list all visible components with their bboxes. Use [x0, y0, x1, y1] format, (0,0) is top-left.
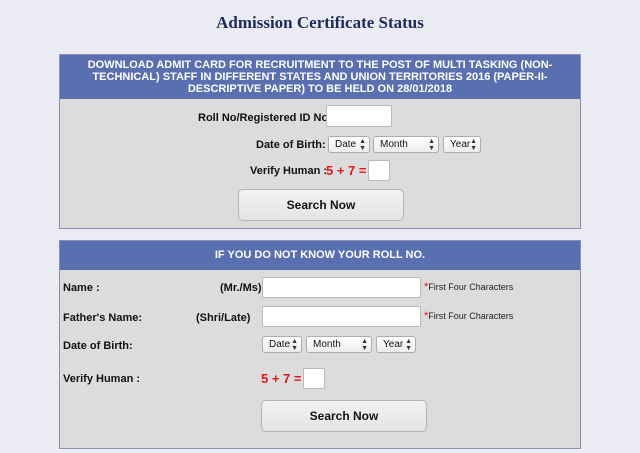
- admit-card-panel: DOWNLOAD ADMIT CARD FOR RECRUITMENT TO T…: [59, 54, 581, 229]
- father-name-label: Father's Name:: [63, 312, 143, 324]
- roll-lookup-panel: IF YOU DO NOT KNOW YOUR ROLL NO. Name : …: [59, 240, 581, 449]
- father-name-hint: *First Four Characters: [424, 310, 513, 322]
- admit-card-panel-header: DOWNLOAD ADMIT CARD FOR RECRUITMENT TO T…: [60, 55, 580, 99]
- name-prefix: (Mr./Ms): [220, 282, 262, 294]
- updown-arrows-icon: ▲ ▼: [428, 138, 435, 152]
- dob-month-value: Month: [313, 339, 341, 350]
- dob-label: Date of Birth:: [63, 340, 133, 352]
- roll-no-input[interactable]: [326, 105, 392, 127]
- captcha-input[interactable]: [368, 160, 390, 181]
- dob-label: Date of Birth:: [256, 139, 326, 151]
- name-hint-text: First Four Characters: [428, 282, 514, 292]
- search-now-button[interactable]: Search Now: [261, 400, 427, 432]
- updown-arrows-icon: ▲ ▼: [291, 338, 298, 352]
- dob-day-value: Date: [269, 339, 291, 350]
- updown-arrows-icon: ▲ ▼: [361, 338, 368, 352]
- dob-year-select[interactable]: Year ▲ ▼: [376, 336, 416, 353]
- dob-year-value: Year: [450, 139, 471, 150]
- dob-day-select[interactable]: Date ▲ ▼: [262, 336, 302, 353]
- father-name-prefix: (Shri/Late): [196, 312, 251, 324]
- search-now-button[interactable]: Search Now: [238, 189, 404, 221]
- updown-arrows-icon: ▲ ▼: [405, 338, 412, 352]
- dob-year-select[interactable]: Year ▲ ▼: [443, 136, 481, 153]
- captcha-input[interactable]: [303, 368, 325, 389]
- roll-lookup-panel-header: IF YOU DO NOT KNOW YOUR ROLL NO.: [60, 241, 580, 270]
- dob-year-value: Year: [383, 339, 404, 350]
- dob-month-select[interactable]: Month ▲ ▼: [306, 336, 372, 353]
- verify-human-label: Verify Human :: [250, 165, 328, 177]
- captcha-question: 5 + 7 =: [261, 371, 302, 386]
- father-name-input[interactable]: [262, 306, 421, 327]
- updown-arrows-icon: ▲ ▼: [470, 138, 477, 152]
- name-label: Name :: [63, 282, 100, 294]
- dob-month-select[interactable]: Month ▲ ▼: [373, 136, 439, 153]
- dob-month-value: Month: [380, 139, 408, 150]
- name-input[interactable]: [262, 277, 421, 298]
- roll-no-label: Roll No/Registered ID No :: [198, 112, 335, 124]
- verify-human-label: Verify Human :: [63, 373, 141, 385]
- dob-day-value: Date: [335, 139, 357, 150]
- dob-day-select[interactable]: Date ▲ ▼: [328, 136, 370, 153]
- captcha-question: 5 + 7 =: [326, 163, 367, 178]
- page-title: Admission Certificate Status: [216, 13, 424, 32]
- updown-arrows-icon: ▲ ▼: [359, 138, 366, 152]
- name-hint: *First Four Characters: [424, 281, 513, 293]
- father-name-hint-text: First Four Characters: [428, 311, 514, 321]
